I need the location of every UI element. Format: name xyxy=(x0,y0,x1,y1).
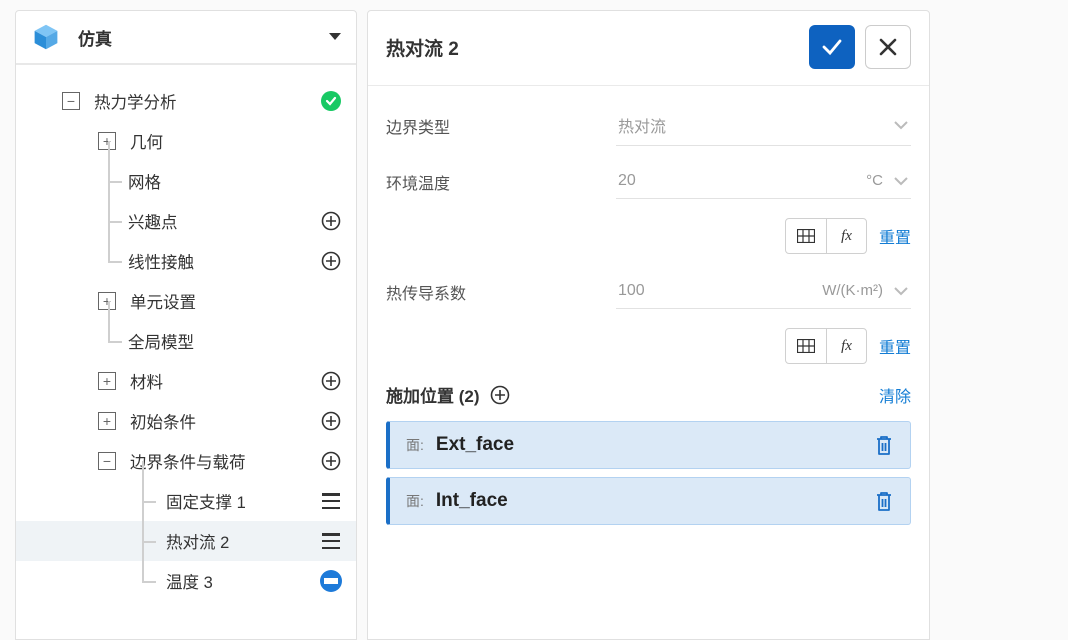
boundary-type-select[interactable]: 热对流 xyxy=(616,107,911,146)
confirm-button[interactable] xyxy=(809,25,855,69)
tree-item-geometry[interactable]: + 几何 xyxy=(16,121,356,161)
expand-icon[interactable]: + xyxy=(98,292,116,310)
assign-count: (2) xyxy=(459,387,480,406)
add-button[interactable] xyxy=(320,250,342,272)
tree-item-initial-conditions[interactable]: + 初始条件 xyxy=(16,401,356,441)
add-button[interactable] xyxy=(320,450,342,472)
input-mode-toggle: fx xyxy=(785,218,867,254)
field-boundary-type: 边界类型 热对流 xyxy=(386,106,911,146)
add-button[interactable] xyxy=(320,410,342,432)
tree-item-global-model[interactable]: 全局模型 xyxy=(16,321,356,361)
add-assignment-button[interactable] xyxy=(490,385,510,405)
delete-button[interactable] xyxy=(874,490,894,512)
input-value: 100 xyxy=(618,282,822,300)
coeff-extras: fx 重置 xyxy=(386,328,911,364)
face-prefix: 面: xyxy=(406,491,424,511)
unit-label: W/(K·m²) xyxy=(822,282,883,299)
reset-link[interactable]: 重置 xyxy=(879,334,911,358)
expand-icon[interactable]: + xyxy=(98,372,116,390)
input-mode-toggle: fx xyxy=(785,328,867,364)
select-value: 热对流 xyxy=(618,113,893,137)
field-ambient-temp: 环境温度 20 °C xyxy=(386,162,911,202)
tree-item-poi[interactable]: 兴趣点 xyxy=(16,201,356,241)
chevron-down-icon xyxy=(893,285,909,297)
face-name: Ext_face xyxy=(436,434,874,456)
tree-item-mesh[interactable]: 网格 xyxy=(16,161,356,201)
field-heat-coefficient: 热传导系数 100 W/(K·m²) xyxy=(386,272,911,312)
ambient-extras: fx 重置 xyxy=(386,218,911,254)
sidebar-title: 仿真 xyxy=(78,25,112,50)
add-button[interactable] xyxy=(320,210,342,232)
tree-item-contact[interactable]: 线性接触 xyxy=(16,241,356,281)
simulation-tree: − 热力学分析 + 几何 网格 兴趣点 xyxy=(16,65,356,601)
assign-title-text: 施加位置 xyxy=(386,387,454,406)
field-label: 边界类型 xyxy=(386,114,616,138)
tree-label: 全局模型 xyxy=(128,329,356,353)
caret-down-icon[interactable] xyxy=(328,32,342,42)
field-label: 环境温度 xyxy=(386,170,616,194)
function-mode-button[interactable]: fx xyxy=(826,219,866,253)
coefficient-input[interactable]: 100 W/(K·m²) xyxy=(616,276,911,309)
tree-item-material[interactable]: + 材料 xyxy=(16,361,356,401)
simulation-tree-sidebar: 仿真 − 热力学分析 + 几何 网格 兴 xyxy=(15,10,357,640)
tree-item-convection[interactable]: 热对流 2 xyxy=(16,521,356,561)
assignment-title: 施加位置 (2) xyxy=(386,382,480,407)
field-label: 热传导系数 xyxy=(386,280,616,304)
properties-panel: 热对流 2 边界类型 热对流 环境温度 20 °C xyxy=(367,10,930,640)
assignment-header: 施加位置 (2) 清除 xyxy=(386,382,911,407)
face-name: Int_face xyxy=(436,490,874,512)
delete-button[interactable] xyxy=(874,434,894,456)
simulation-cube-icon xyxy=(32,23,60,51)
face-prefix: 面: xyxy=(406,435,424,455)
expand-icon[interactable]: + xyxy=(98,132,116,150)
chevron-down-icon xyxy=(893,175,909,187)
clear-all-link[interactable]: 清除 xyxy=(879,383,911,407)
tree-label: 网格 xyxy=(128,169,356,193)
tree-item-analysis[interactable]: − 热力学分析 xyxy=(16,81,356,121)
assignment-item[interactable]: 面: Ext_face xyxy=(386,421,911,469)
collapse-icon[interactable]: − xyxy=(62,92,80,110)
expand-icon[interactable]: + xyxy=(98,412,116,430)
collapse-icon[interactable]: − xyxy=(98,452,116,470)
table-mode-button[interactable] xyxy=(786,219,826,253)
options-active-icon[interactable] xyxy=(320,570,342,592)
tree-label: 几何 xyxy=(130,129,356,153)
assignment-item[interactable]: 面: Int_face xyxy=(386,477,911,525)
tree-label: 单元设置 xyxy=(130,289,356,313)
panel-body: 边界类型 热对流 环境温度 20 °C fx 重置 xyxy=(368,86,929,533)
options-icon[interactable] xyxy=(320,490,342,512)
function-mode-button[interactable]: fx xyxy=(826,329,866,363)
tree-item-element-settings[interactable]: + 单元设置 xyxy=(16,281,356,321)
ambient-temp-input[interactable]: 20 °C xyxy=(616,166,911,199)
tree-label: 热力学分析 xyxy=(94,89,356,113)
panel-header: 热对流 2 xyxy=(368,11,929,86)
table-mode-button[interactable] xyxy=(786,329,826,363)
status-check-icon xyxy=(320,90,342,112)
tree-item-temperature[interactable]: 温度 3 xyxy=(16,561,356,601)
close-button[interactable] xyxy=(865,25,911,69)
tree-item-fixed-support[interactable]: 固定支撑 1 xyxy=(16,481,356,521)
add-button[interactable] xyxy=(320,370,342,392)
input-value: 20 xyxy=(618,172,866,190)
panel-title: 热对流 2 xyxy=(386,34,799,61)
unit-label: °C xyxy=(866,172,883,189)
sidebar-header[interactable]: 仿真 xyxy=(16,11,356,65)
chevron-down-icon xyxy=(893,119,909,131)
tree-item-boundary-conditions[interactable]: − 边界条件与载荷 xyxy=(16,441,356,481)
options-icon[interactable] xyxy=(320,530,342,552)
reset-link[interactable]: 重置 xyxy=(879,224,911,248)
